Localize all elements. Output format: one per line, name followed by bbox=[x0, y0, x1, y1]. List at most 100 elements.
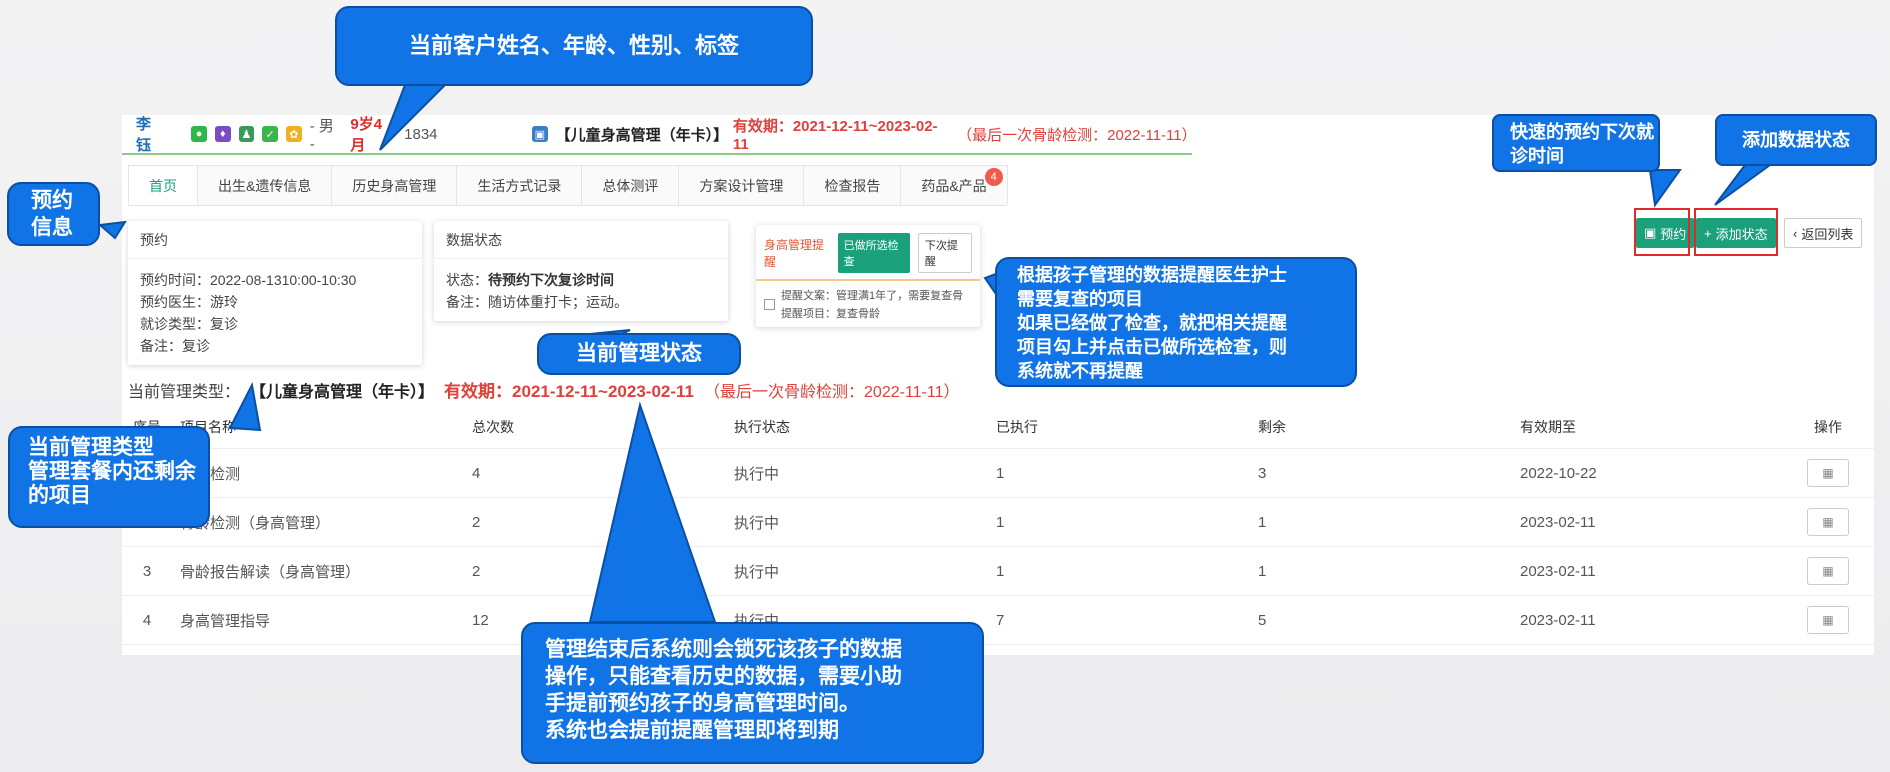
reminder-title: 身高管理提醒 bbox=[764, 238, 825, 269]
tab-products[interactable]: 药品&产品 4 bbox=[900, 165, 1008, 205]
table-header: 序号 项目名称 总次数 执行状态 已执行 剩余 有效期至 操作 bbox=[122, 405, 1874, 449]
col-until: 有效期至 bbox=[1520, 418, 1576, 435]
row-until: 2023-02-11 bbox=[1520, 562, 1596, 580]
row-name: 身高管理指导 bbox=[180, 612, 271, 630]
row-until: 2023-02-11 bbox=[1520, 513, 1596, 531]
table-row: 4 身高管理指导 12 执行中 7 5 2023-02-11 ▦ bbox=[122, 596, 1874, 645]
type-package: 【儿童身高管理（年卡）】 bbox=[250, 383, 435, 401]
col-status: 执行状态 bbox=[734, 418, 790, 435]
reminder-checkbox[interactable] bbox=[764, 299, 775, 310]
row-total: 2 bbox=[472, 513, 481, 531]
reminder-item: 提醒项目：复查骨龄 bbox=[781, 308, 880, 320]
customer-phone: 1834 bbox=[404, 125, 438, 143]
customer-name[interactable]: 李钰 bbox=[136, 113, 165, 155]
status-value: 待预约下次复诊时间 bbox=[488, 272, 614, 288]
header-last-check: （最后一次骨龄检测：2022-11-11） bbox=[957, 126, 1197, 144]
type-label: 当前管理类型： bbox=[128, 383, 241, 401]
row-until: 2022-10-22 bbox=[1520, 464, 1597, 482]
table-row: 3 骨龄报告解读（身高管理） 2 执行中 1 1 2023-02-11 ▦ bbox=[122, 547, 1874, 596]
calendar-icon: ▦ bbox=[1822, 564, 1834, 578]
row-status: 执行中 bbox=[734, 514, 780, 532]
tab-height-history[interactable]: 历史身高管理 bbox=[331, 165, 458, 205]
row-left: 5 bbox=[1258, 611, 1267, 629]
row-calendar-button[interactable]: ▦ bbox=[1807, 557, 1849, 585]
row-done: 1 bbox=[996, 464, 1005, 482]
tab-assessment[interactable]: 总体测评 bbox=[581, 165, 680, 205]
appointment-card: 预约 预约时间：2022-08-1310:00-10:30 预约医生：游玲 就诊… bbox=[128, 221, 422, 365]
chevron-left-icon: ‹ bbox=[1793, 225, 1798, 241]
callout-management-type: 当前管理类型 管理套餐内还剩余 的项目 bbox=[8, 426, 210, 528]
done-checked-button[interactable]: 已做所选检查 bbox=[837, 233, 910, 273]
tab-plan-design[interactable]: 方案设计管理 bbox=[678, 165, 805, 205]
highlight-box-appoint bbox=[1634, 208, 1690, 256]
callout-add-status: 添加数据状态 bbox=[1715, 114, 1877, 166]
row-left: 1 bbox=[1258, 562, 1267, 580]
row-name: 骨龄检测 bbox=[180, 465, 241, 483]
app-window: 李钰 ● ♦ ♟ ✓ ✿ - 男 - 9岁4月 1834 ▣ 【儿童身高管理（年… bbox=[122, 115, 1874, 655]
row-total: 4 bbox=[472, 464, 481, 482]
tab-home[interactable]: 首页 bbox=[128, 165, 198, 205]
row-status: 执行中 bbox=[734, 563, 780, 581]
calendar-icon: ▦ bbox=[1822, 466, 1834, 480]
reminder-card: 身高管理提醒 已做所选检查 下次提醒 提醒文案：管理满1年了，需要复查骨龄 提醒… bbox=[756, 225, 980, 327]
highlight-box-add-status bbox=[1694, 208, 1778, 256]
tab-lifestyle[interactable]: 生活方式记录 bbox=[456, 165, 583, 205]
row-done: 7 bbox=[996, 611, 1005, 629]
tab-birth-genetics[interactable]: 出生&遗传信息 bbox=[197, 165, 333, 205]
callout-reminder: 根据孩子管理的数据提醒医生护士 需要复查的项目 如果已经做了检查，就把相关提醒 … bbox=[995, 257, 1357, 387]
row-no: 4 bbox=[142, 611, 152, 629]
type-last-check: （最后一次骨龄检测：2022-11-11） bbox=[704, 383, 960, 401]
calendar-icon: ▦ bbox=[1822, 515, 1834, 529]
callout-customer-info: 当前客户姓名、年龄、性别、标签 bbox=[335, 6, 813, 86]
customer-age: 9岁4月 bbox=[350, 116, 383, 154]
status-label: 状态： bbox=[446, 272, 488, 288]
back-to-list-button[interactable]: ‹ 返回列表 bbox=[1784, 218, 1863, 248]
table-row: 1 骨龄检测 4 执行中 1 3 2022-10-22 ▦ bbox=[122, 449, 1874, 498]
medal-icon: ♦ bbox=[214, 126, 231, 142]
customer-header: 李钰 ● ♦ ♟ ✓ ✿ - 男 - 9岁4月 1834 ▣ 【儿童身高管理（年… bbox=[122, 113, 1197, 155]
check-tag-icon: ✓ bbox=[262, 126, 278, 142]
management-type-line: 当前管理类型： 【儿童身高管理（年卡）】 有效期：2021-12-11~2023… bbox=[128, 377, 960, 402]
type-valid: 有效期：2021-12-11~2023-02-11 bbox=[444, 382, 695, 401]
row-done: 1 bbox=[996, 562, 1005, 580]
appointment-note: 备注：复诊 bbox=[140, 338, 210, 354]
products-badge: 4 bbox=[984, 168, 1003, 186]
row-calendar-button[interactable]: ▦ bbox=[1807, 459, 1849, 487]
col-name: 项目名称 bbox=[180, 418, 236, 435]
row-total: 2 bbox=[472, 562, 481, 580]
row-left: 1 bbox=[1258, 513, 1267, 531]
col-done: 已执行 bbox=[996, 418, 1038, 435]
header-valid: 有效期：2021-12-11~2023-02-11 bbox=[732, 118, 938, 153]
data-status-card: 数据状态 状态：待预约下次复诊时间 备注：随访体重打卡；运动。 bbox=[434, 221, 728, 321]
flower-icon: ✿ bbox=[286, 126, 302, 142]
reminder-text: 提醒文案：管理满1年了，需要复查骨龄 bbox=[781, 290, 963, 302]
wechat-icon: ● bbox=[191, 126, 207, 142]
package-items-table: 序号 项目名称 总次数 执行状态 已执行 剩余 有效期至 操作 1 骨龄检测 4… bbox=[122, 405, 1874, 645]
appointment-doctor: 预约医生：游玲 bbox=[140, 294, 238, 310]
row-calendar-button[interactable]: ▦ bbox=[1807, 606, 1849, 634]
col-left: 剩余 bbox=[1258, 418, 1286, 435]
appointment-time: 预约时间：2022-08-1310:00-10:30 bbox=[140, 272, 357, 288]
row-done: 1 bbox=[996, 513, 1005, 531]
callout-lock-data: 管理结束后系统则会锁死该孩子的数据 操作，只能查看历史的数据，需要小助 手提前预… bbox=[521, 622, 984, 764]
callout-quick-appoint: 快速的预约下次就 诊时间 bbox=[1492, 114, 1660, 172]
header-package: 【儿童身高管理（年卡）】 bbox=[555, 126, 729, 144]
customer-gender: - 男 - bbox=[309, 118, 334, 153]
person-icon: ♟ bbox=[238, 126, 255, 142]
col-total: 总次数 bbox=[472, 418, 514, 435]
row-name: 骨龄报告解读（身高管理） bbox=[180, 563, 361, 581]
callout-appointment-info: 预约 信息 bbox=[7, 182, 100, 246]
row-left: 3 bbox=[1258, 464, 1267, 482]
appointment-type: 就诊类型：复诊 bbox=[140, 316, 238, 332]
appointment-title: 预约 bbox=[128, 221, 422, 259]
calendar-icon: ▦ bbox=[1822, 613, 1834, 627]
table-row: 2 骨龄检测（身高管理） 2 执行中 1 1 2023-02-11 ▦ bbox=[122, 498, 1874, 547]
next-remind-button[interactable]: 下次提醒 bbox=[917, 233, 972, 273]
tab-bar: 首页 出生&遗传信息 历史身高管理 生活方式记录 总体测评 方案设计管理 检查报… bbox=[128, 165, 1008, 206]
row-status: 执行中 bbox=[734, 465, 780, 483]
row-name: 骨龄检测（身高管理） bbox=[180, 514, 331, 532]
row-calendar-button[interactable]: ▦ bbox=[1807, 508, 1849, 536]
data-status-title: 数据状态 bbox=[434, 221, 728, 259]
row-until: 2023-02-11 bbox=[1520, 611, 1596, 629]
tab-reports[interactable]: 检查报告 bbox=[803, 165, 902, 205]
